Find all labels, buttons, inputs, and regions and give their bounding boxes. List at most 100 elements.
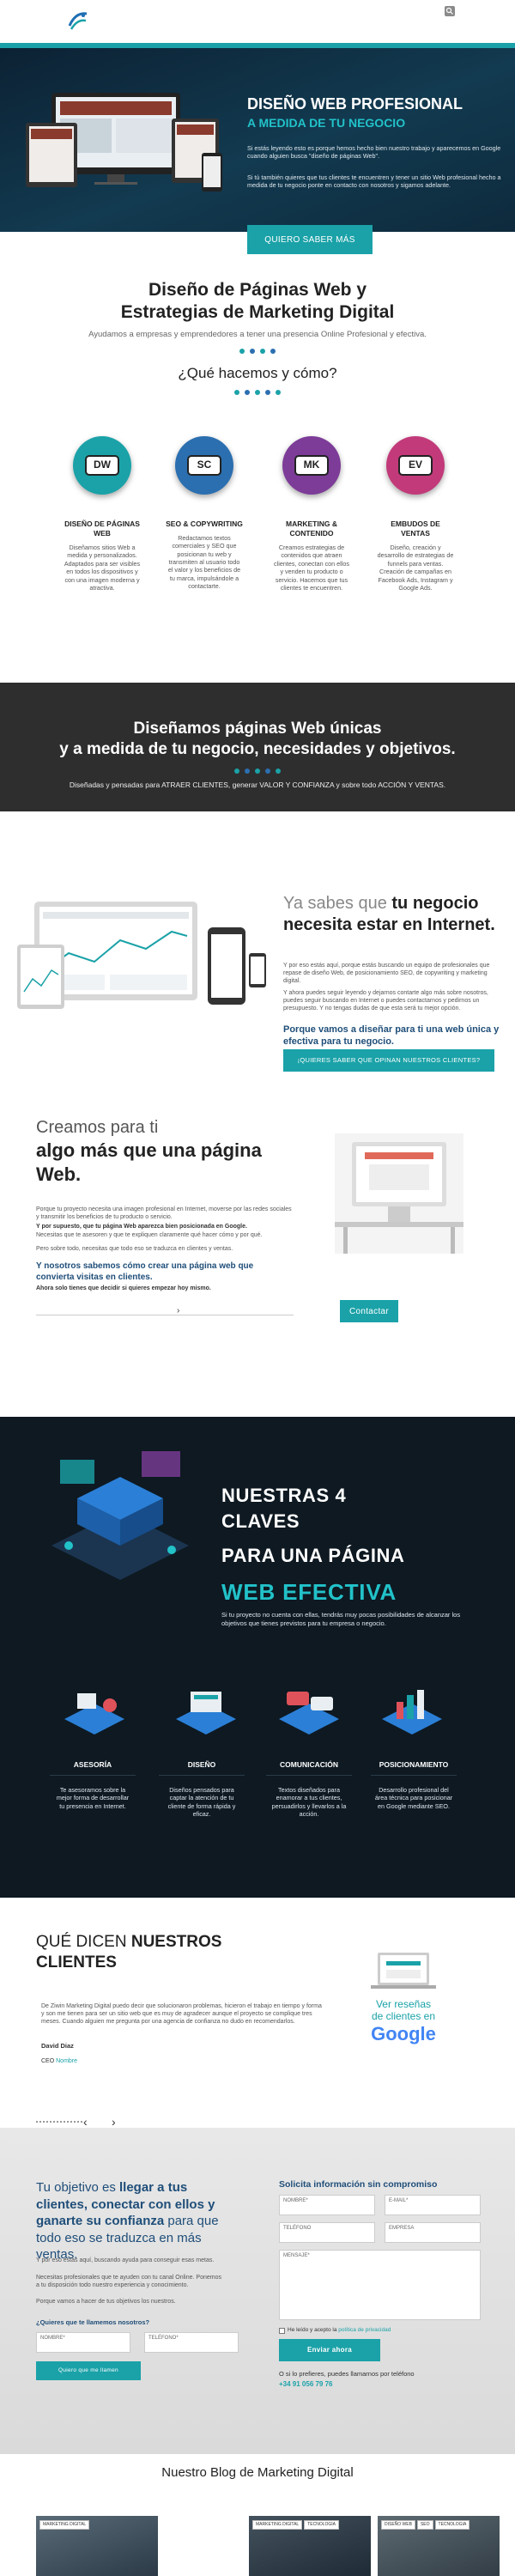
phone-alternative-text: O si lo prefieres, puedes llamarnos por … (279, 2370, 415, 2378)
service-card-sc: SEO & COPYWRITING Redactamos textos come… (166, 519, 243, 591)
call-phone-field[interactable]: TELÉFONO* (144, 2332, 239, 2353)
blog-title: Nuestro Blog de Marketing Digital (161, 2465, 354, 2480)
chevron-right-icon[interactable]: › (177, 1305, 179, 1316)
key-text-advice: Te asesoramos sobre la mejor forma de de… (56, 1786, 130, 1810)
service-abbr-sc: SC (187, 455, 221, 476)
service-title: MARKETING & CONTENIDO (286, 519, 337, 538)
hero-top-stripe (0, 43, 515, 48)
service-title: SEO & COPYWRITING (166, 519, 243, 528)
form-company-field[interactable]: EMPRESA (385, 2222, 481, 2243)
service-abbr-dw: DW (85, 455, 119, 476)
service-icon-ev: EV (386, 436, 445, 495)
post-tag[interactable]: MARKETING DIGITAL (252, 2520, 303, 2530)
privacy-label: He leído y acepto la (288, 2327, 337, 2333)
post-tag[interactable]: SEO (416, 2520, 433, 2530)
devices-mockup-image (26, 93, 222, 191)
hero-section: DISEÑO WEB PROFESIONAL A MEDIDA DE TU NE… (0, 43, 515, 232)
keys-title-line1: NUESTRAS 4 (221, 1485, 347, 1506)
keys-title-line4: WEB EFECTIVA (221, 1579, 397, 1605)
testimonials-title: QUÉ DICEN NUESTROS CLIENTES (36, 1932, 294, 1973)
intro-dots-divider (0, 348, 515, 354)
keys-subtitle: Si tu proyecto no cuenta con ellas, tend… (221, 1611, 461, 1627)
search-icon[interactable] (445, 6, 455, 16)
contact-paragraph-3: Porque vamos a hacer de tus objetivos lo… (36, 2299, 176, 2305)
keys-title-line3: PARA UNA PÁGINA (221, 1545, 405, 1566)
more-paragraph-1: Porque tu proyecto necesita una imagen p… (36, 1206, 292, 1221)
contact-section: Tu objetivo es llegar a tus clientes, co… (0, 2128, 515, 2454)
blog-post-card[interactable]: MARKETING DIGITAL (36, 2516, 158, 2576)
band-dots-divider (0, 768, 515, 774)
more-paragraph-4: Pero sobre todo, necesitas que todo eso … (36, 1246, 233, 1252)
site-header (0, 0, 515, 43)
service-text: Diseño, creación y desarrollo de estrate… (377, 544, 454, 592)
post-tag[interactable]: TECNOLOGIA (434, 2520, 470, 2530)
hero-cta-button[interactable]: QUIERO SABER MÁS (247, 225, 373, 254)
testimonial-dots-nav[interactable] (36, 2121, 82, 2123)
send-now-button[interactable]: Enviar ahora (279, 2339, 380, 2361)
key-text-positioning: Desarrollo profesional del área técnica … (374, 1786, 453, 1810)
privacy-checkbox-row[interactable]: He leído y acepto la política de privaci… (279, 2327, 391, 2334)
contact-lead: Tu objetivo es llegar a tus clientes, co… (36, 2179, 242, 2263)
form-name-field[interactable]: NOMBRE* (279, 2195, 375, 2215)
privacy-policy-link[interactable]: política de privacidad (338, 2327, 391, 2334)
desk-computer-image (335, 1133, 464, 1254)
google-reviews-widget[interactable]: Ver reseñas de clientes en Google (352, 1998, 455, 2044)
blog-post-card[interactable]: MARKETING DIGITAL TECNOLOGIA (249, 2516, 371, 2576)
testimonial-role: CEO Nombre (41, 2057, 77, 2065)
form-message-field[interactable]: MENSAJE* (279, 2250, 481, 2320)
isometric-server-image (52, 1451, 189, 1580)
post-tag[interactable]: DISEÑO WEB (381, 2520, 415, 2530)
privacy-checkbox[interactable] (279, 2327, 285, 2334)
more-divider: › (36, 1305, 294, 1315)
testimonials-title-a: QUÉ DICEN (36, 1933, 131, 1951)
intro-subtitle: Ayudamos a empresas y emprendedores a te… (88, 329, 427, 339)
call-me-button[interactable]: Quiero que me llamen (36, 2361, 141, 2380)
keys-title-line2: CLAVES (221, 1510, 300, 1532)
service-card-dw: DISEÑO DE PÁGINAS WEB Diseñamos sitios W… (64, 519, 141, 592)
laptop-reviews-image (371, 1953, 436, 1989)
contact-paragraph-1: Y por eso estás aquí, buscando ayuda par… (36, 2257, 215, 2263)
key-text-communication: Textos diseñados para enamorar a tus cli… (271, 1786, 347, 1819)
service-card-ev: EMBUDOS DE VENTAS Diseño, creación y des… (377, 519, 454, 592)
ziwin-logo-icon[interactable] (67, 9, 89, 33)
keys-section: NUESTRAS 4 CLAVES PARA UNA PÁGINA WEB EF… (0, 1417, 515, 1898)
google-reviews-line2: de clientes en (371, 2009, 436, 2022)
key-text-design: Diseños pensados para captar la atención… (167, 1786, 236, 1819)
intro-title-line1: Diseño de Páginas Web y (148, 280, 367, 300)
testimonial-author: David Diaz (41, 2042, 74, 2050)
service-icon-sc: SC (175, 436, 233, 495)
positioning-illustration-icon (382, 1690, 442, 1735)
testimonials-cta-button[interactable]: ¡QUIERES SABER QUE OPINAN NUESTROS CLIEN… (283, 1049, 494, 1072)
more-paragraph-5: Ahora solo tienes que decidir si quieres… (36, 1285, 211, 1291)
call-name-field[interactable]: NOMBRE* (36, 2332, 130, 2353)
hero-paragraph-2: Si tú también quieres que tus clientes t… (247, 173, 501, 190)
testimonial-company-link[interactable]: Nombre (56, 2058, 77, 2064)
google-reviews-line1: Ver reseñas (375, 1998, 432, 2010)
blog-post-card[interactable]: DISEÑO WEB SEO TECNOLOGIA (378, 2516, 500, 2576)
what-dots-divider (0, 389, 515, 395)
intro-section: Diseño de Páginas Web y Estrategias de M… (0, 279, 515, 395)
service-abbr-mk: MK (294, 455, 329, 476)
hero-title: DISEÑO WEB PROFESIONAL (247, 95, 464, 112)
google-logo-text: Google (371, 2022, 436, 2044)
band-subtitle: Diseñadas y pensadas para ATRAER CLIENTE… (69, 780, 446, 789)
more-paragraph-2: Y por supuesto, que tu página Web aparez… (36, 1224, 247, 1230)
hero-subtitle: A MEDIDA DE TU NEGOCIO (247, 116, 406, 130)
phone-number-link[interactable]: +34 91 056 79 76 (279, 2380, 333, 2389)
more-highlight: Y nosotros sabemos cómo crear una página… (36, 1261, 254, 1282)
service-card-mk: MARKETING & CONTENIDO Creamos estrategia… (273, 519, 350, 592)
intro-title-line2: Estrategias de Marketing Digital (120, 302, 395, 323)
form-phone-field[interactable]: TELÉFONO (279, 2222, 375, 2243)
service-text: Diseñamos sitios Web a medida y personal… (64, 544, 141, 592)
contact-button[interactable]: Contactar (340, 1300, 398, 1322)
key-title-advice: ASESORÍA (50, 1760, 136, 1777)
needs-title-a: Ya sabes que (283, 894, 392, 913)
key-title-positioning: POSICIONAMIENTO (371, 1760, 457, 1777)
needs-title: Ya sabes que tu negocio necesita estar e… (283, 893, 498, 936)
post-tag[interactable]: TECNOLOGIA (304, 2520, 339, 2530)
post-tag[interactable]: MARKETING DIGITAL (39, 2520, 90, 2530)
service-text: Redactamos textos comerciales y SEO que … (167, 534, 241, 591)
key-title-design: DISEÑO (159, 1760, 245, 1777)
form-title: Solicita información sin compromiso (279, 2179, 438, 2190)
form-email-field[interactable]: E-MAIL* (385, 2195, 481, 2215)
